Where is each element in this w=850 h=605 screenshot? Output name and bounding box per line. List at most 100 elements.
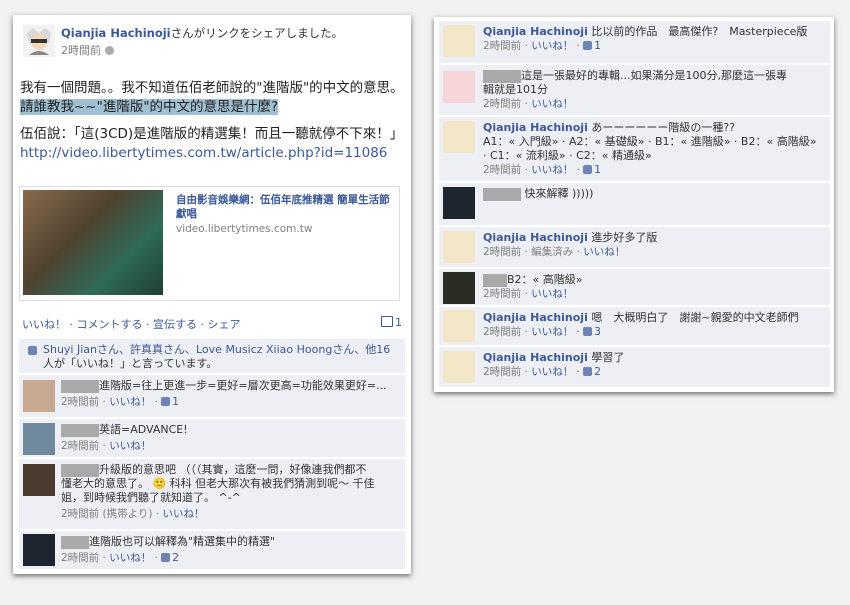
- post-action-text: さんがリンクをシェアしました。: [170, 26, 344, 40]
- comment-icon: [381, 316, 393, 327]
- comment-time[interactable]: 2時間前: [483, 326, 521, 338]
- likes-summary: Shuyi Jianさん、許真真さん、Love Musicz Xiiao Hoo…: [19, 339, 405, 373]
- post-line-2-highlighted: 請誰教我~~"進階版"的中文的意思是什麼?: [20, 99, 279, 115]
- post-action-bar: いいね！ · コメントする · 宣伝する · シェア 1: [13, 311, 411, 333]
- post-line-3: 伍佰說：「這(3CD)是進階版的精選集！而且一聽就停不下來！」: [20, 126, 404, 142]
- likes-line-2: 人が「いいね！」と言っています。: [43, 357, 218, 370]
- comment-item: Qianjia Hachinoji 進步好多了版 2時間前 · 編集済み · い…: [439, 227, 830, 267]
- post-timestamp: 2時間前: [61, 42, 114, 58]
- comment-like-link[interactable]: いいね！: [531, 98, 573, 110]
- commenter-avatar[interactable]: [23, 380, 55, 412]
- comments-panel: Qianjia Hachinoji 比以前的作品 最高傑作? Masterpie…: [434, 17, 834, 392]
- comment-time[interactable]: 2時間前: [483, 98, 521, 110]
- commenter-avatar[interactable]: [23, 423, 55, 455]
- like-thumb-icon: [583, 327, 593, 336]
- commenter-avatar[interactable]: [443, 351, 475, 383]
- comment-like-count[interactable]: 1: [594, 164, 601, 176]
- attachment-title[interactable]: 自由影音娛樂網：伍佰年底推精選 簡單生活節獻唱: [176, 193, 394, 221]
- commenter-avatar[interactable]: [443, 231, 475, 263]
- comment-like-count[interactable]: 2: [594, 366, 601, 378]
- comment-like-link[interactable]: いいね！: [163, 508, 205, 520]
- comment-item: 這是一張最好的專輯...如果滿分是100分,那麼這一張專 輯就是101分 2時間…: [439, 65, 830, 115]
- comment-text: 這是一張最好的專輯...如果滿分是100分,那麼這一張專: [521, 69, 787, 82]
- commenter-name[interactable]: Qianjia Hachinoji: [483, 231, 588, 244]
- comment-like-link[interactable]: いいね！: [109, 396, 151, 408]
- comment-item: Qianjia Hachinoji 比以前的作品 最高傑作? Masterpie…: [439, 21, 830, 63]
- comment-text: 進步好多了版: [591, 231, 658, 244]
- post-url-link[interactable]: http://video.libertytimes.com.tw/article…: [20, 144, 410, 163]
- attachment-source: video.libertytimes.com.tw: [176, 223, 313, 235]
- comment-like-link[interactable]: いいね！: [531, 366, 573, 378]
- comment-like-link[interactable]: いいね！: [531, 40, 573, 52]
- commenter-avatar[interactable]: [443, 25, 475, 57]
- comment-like-link[interactable]: いいね！: [531, 288, 573, 300]
- commenter-avatar[interactable]: [443, 187, 475, 219]
- comment-text-line-3: 姐，到時候我們聽了就知道了。 ^-^: [61, 491, 241, 504]
- comment-time[interactable]: 2時間前: [483, 288, 521, 300]
- comment-like-link[interactable]: いいね！: [583, 246, 625, 258]
- comment-count-value: 1: [395, 316, 402, 329]
- comment-text: 進階版=往上更進一步=更好=層次更高=功能效果更好=...: [99, 379, 387, 392]
- commenter-avatar[interactable]: [443, 121, 475, 153]
- comment-item: 英語=ADVANCE! 2時間前 · いいね！: [19, 419, 405, 457]
- like-thumb-icon: [583, 367, 593, 376]
- comment-item: 進階版=往上更進一步=更好=層次更高=功能效果更好=... 2時間前 · いいね…: [19, 375, 405, 417]
- comment-like-count[interactable]: 1: [172, 396, 179, 408]
- comment-like-link[interactable]: いいね！: [531, 164, 573, 176]
- attachment-thumbnail[interactable]: [23, 190, 163, 295]
- post-time-link[interactable]: 2時間前: [61, 44, 101, 57]
- comment-item: Qianjia Hachinoji あーーーーーー階級の一種?? A1：« 入門…: [439, 117, 830, 181]
- post-actions-links[interactable]: いいね！ · コメントする · 宣伝する · シェア: [22, 316, 240, 332]
- comment-like-count[interactable]: 3: [594, 326, 601, 338]
- comment-like-link[interactable]: いいね！: [531, 326, 573, 338]
- comment-count[interactable]: 1: [381, 316, 402, 329]
- comment-text: 快來解釋 ))))): [524, 187, 594, 200]
- comment-text-line-2: A1：« 入門級» · A2：« 基礎級» · B1：« 進階級» · B2：«…: [483, 135, 817, 148]
- like-thumb-icon: [583, 41, 593, 50]
- comment-like-count[interactable]: 1: [594, 40, 601, 52]
- comment-time[interactable]: 2時間前 (携帯より): [61, 508, 153, 520]
- comment-like-link[interactable]: いいね！: [109, 552, 151, 564]
- comment-time[interactable]: 2時間前: [61, 552, 99, 564]
- commenter-avatar[interactable]: [443, 310, 475, 342]
- commenter-name[interactable]: Qianjia Hachinoji: [483, 25, 588, 38]
- comment-text: 進階版也可以解釋為"精選集中的精選": [89, 535, 276, 548]
- author-avatar[interactable]: [23, 25, 55, 57]
- commenter-avatar[interactable]: [443, 272, 475, 304]
- likes-line-1[interactable]: Shuyi Jianさん、許真真さん、Love Musicz Xiiao Hoo…: [43, 343, 390, 356]
- post-author-name[interactable]: Qianjia Hachinoji: [61, 26, 171, 40]
- comment-time[interactable]: 2時間前: [483, 366, 521, 378]
- link-attachment[interactable]: 自由影音娛樂網：伍佰年底推精選 簡單生活節獻唱 video.libertytim…: [19, 186, 400, 301]
- commenter-avatar[interactable]: [443, 71, 475, 103]
- comment-time[interactable]: 2時間前: [483, 164, 521, 176]
- commenter-avatar[interactable]: [23, 464, 55, 496]
- comment-item: 快來解釋 ))))): [439, 183, 830, 225]
- comment-time[interactable]: 2時間前: [61, 396, 99, 408]
- like-thumb-icon: [28, 346, 37, 355]
- comment-like-count[interactable]: 2: [172, 552, 179, 564]
- commenter-avatar[interactable]: [23, 534, 55, 566]
- commenter-name[interactable]: Qianjia Hachinoji: [483, 351, 588, 364]
- comment-text: 英語=ADVANCE!: [99, 423, 188, 436]
- like-thumb-icon: [161, 553, 171, 562]
- commenter-name[interactable]: Qianjia Hachinoji: [483, 121, 588, 134]
- like-thumb-icon: [583, 165, 593, 174]
- redacted-name: [61, 379, 99, 393]
- like-thumb-icon: [161, 397, 171, 406]
- comment-text-line-2: 輯就是101分: [483, 83, 548, 96]
- comment-time[interactable]: 2時間前: [483, 40, 521, 52]
- post-panel: Qianjia Hachinojiさんがリンクをシェアしました。 2時間前 我有…: [13, 15, 411, 574]
- post-line-1: 我有一個問題。。我不知道伍佰老師說的"進階版"的中文的意思。: [20, 80, 404, 96]
- comment-text: B2：« 高階級»: [507, 273, 583, 286]
- cartoon-face-icon: [23, 25, 55, 57]
- comment-time[interactable]: 2時間前: [61, 440, 99, 452]
- commenter-name[interactable]: Qianjia Hachinoji: [483, 311, 588, 324]
- comment-time[interactable]: 2時間前 · 編集済み: [483, 246, 573, 258]
- comment-like-link[interactable]: いいね！: [109, 440, 151, 452]
- comment-text: 學習了: [591, 351, 625, 364]
- comment-text-line-3: · C1：« 流利級» · C2：« 精通級»: [483, 149, 652, 162]
- comment-text-line-2: 懂老大的意思了。 🙂 科科 但老大那次有被我們猜測到呢～ 千佳: [61, 477, 375, 490]
- globe-icon: [105, 46, 114, 55]
- redacted-name: [483, 273, 507, 287]
- comment-item: Qianjia Hachinoji 學習了 2時間前 · いいね！ · 2: [439, 347, 830, 387]
